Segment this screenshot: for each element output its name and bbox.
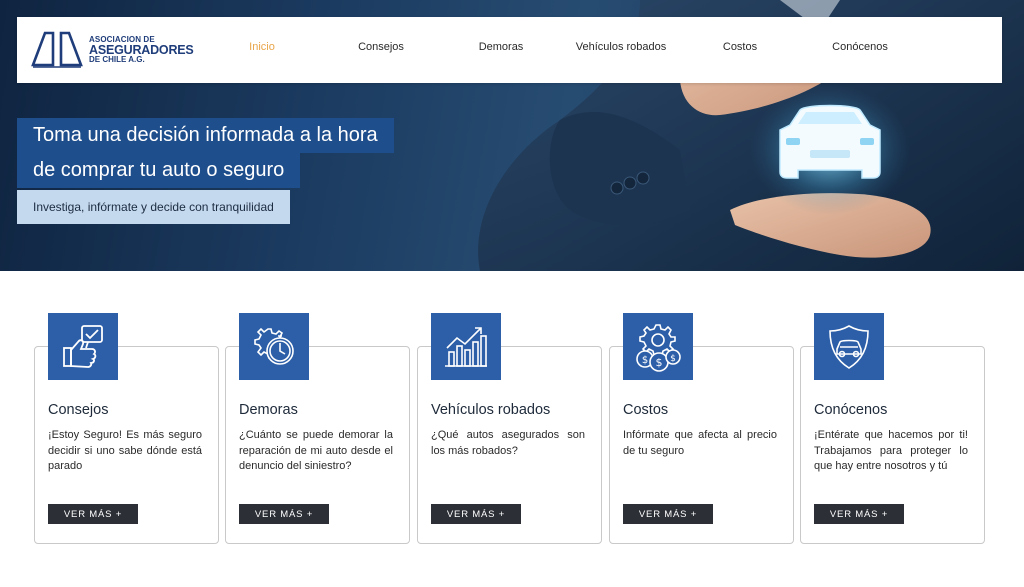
gear-clock-icon — [239, 313, 309, 380]
hero-banner: ASOCIACION DE ASEGURADORES DE CHILE A.G.… — [0, 0, 1024, 271]
card-consejos: Consejos ¡Estoy Seguro! Es más seguro de… — [34, 313, 219, 544]
card-text: ¿Cuánto se puede demorar la reparación d… — [239, 429, 393, 472]
logo-wordmark: ASOCIACION DE ASEGURADORES DE CHILE A.G. — [89, 35, 194, 65]
nav-item-consejos[interactable]: Consejos — [358, 41, 404, 53]
glowing-car-icon — [779, 104, 881, 179]
card-costos: $ $ $ Costos Infórmate que afecta al pre… — [609, 313, 794, 544]
hero-headline-line-2: de comprar tu auto o seguro — [17, 153, 301, 188]
card-conocenos: Conócenos ¡Entérate que hacemos por ti! … — [800, 313, 985, 544]
bar-chart-icon — [431, 313, 501, 380]
thumbs-up-checklist-icon — [48, 313, 118, 380]
card-title: Demoras — [239, 402, 298, 418]
svg-text:$: $ — [642, 355, 648, 366]
card-text: ¿Qué autos asegurados son los más robado… — [431, 429, 585, 457]
nav-item-vehiculos-robados[interactable]: Vehículos robados — [576, 41, 667, 53]
hero-headline-line-1: Toma una decisión informada a la hora — [17, 118, 394, 153]
ver-mas-button-demoras[interactable]: VER MÁS + — [239, 504, 329, 524]
svg-text:$: $ — [656, 356, 663, 369]
card-demoras: Demoras ¿Cuánto se puede demorar la repa… — [225, 313, 410, 544]
ver-mas-button-costos[interactable]: VER MÁS + — [623, 504, 713, 524]
card-vehiculos-robados: Vehículos robados ¿Qué autos asegurados … — [417, 313, 602, 544]
gear-coins-icon: $ $ $ — [623, 313, 693, 380]
card-title: Costos — [623, 402, 669, 418]
aach-logo-mark-icon — [31, 31, 83, 68]
nav-item-inicio[interactable]: Inicio — [249, 41, 275, 53]
top-navbar: ASOCIACION DE ASEGURADORES DE CHILE A.G.… — [17, 17, 1002, 83]
card-title: Conócenos — [814, 402, 888, 418]
ver-mas-button-vehiculos-robados[interactable]: VER MÁS + — [431, 504, 521, 524]
aach-logo[interactable]: ASOCIACION DE ASEGURADORES DE CHILE A.G. — [31, 31, 201, 69]
nav-item-conocenos[interactable]: Conócenos — [832, 41, 888, 53]
svg-text:$: $ — [670, 354, 676, 364]
card-title: Vehículos robados — [431, 402, 551, 418]
ver-mas-button-consejos[interactable]: VER MÁS + — [48, 504, 138, 524]
card-text: Infórmate que afecta al precio de tu seg… — [623, 429, 777, 457]
ver-mas-button-conocenos[interactable]: VER MÁS + — [814, 504, 904, 524]
car-shield-icon — [814, 313, 884, 380]
card-text: ¡Estoy Seguro! Es más seguro decidir si … — [48, 429, 202, 472]
nav-item-costos[interactable]: Costos — [723, 41, 757, 53]
card-title: Consejos — [48, 402, 109, 418]
hero-subline: Investiga, infórmate y decide con tranqu… — [17, 190, 290, 224]
card-text: ¡Entérate que hacemos por ti! Trabajamos… — [814, 429, 968, 472]
nav-item-demoras[interactable]: Demoras — [479, 41, 524, 53]
logo-line-3: DE CHILE A.G. — [89, 55, 145, 65]
